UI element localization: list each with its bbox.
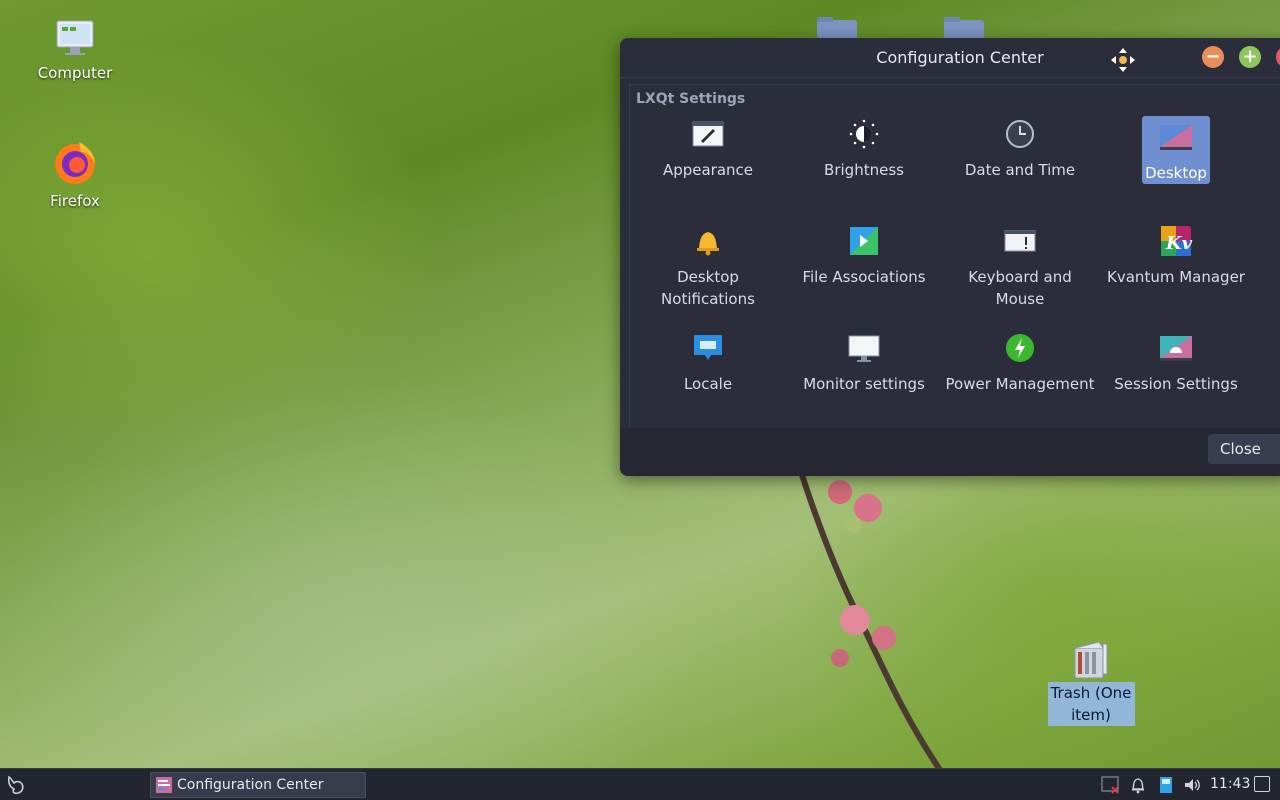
trash-icon — [1074, 641, 1108, 679]
settings-item-label: Appearance — [662, 161, 754, 179]
settings-panel: LXQt Settings Appearance Brightness Date… — [629, 84, 1280, 426]
file-manager-tray-icon[interactable] — [1156, 775, 1176, 795]
settings-item-label: Power Management — [945, 375, 1095, 393]
close-button[interactable]: Close — [1208, 434, 1280, 464]
maximize-button[interactable]: + — [1239, 46, 1261, 68]
desktop-icon-label: Computer — [37, 64, 113, 82]
show-desktop-icon[interactable] — [1254, 776, 1270, 792]
brightness-icon — [849, 119, 879, 149]
settings-item-label: Brightness — [824, 161, 904, 179]
settings-item-monitor-settings[interactable]: Monitor settings — [789, 327, 939, 395]
svg-text:Kv: Kv — [1165, 233, 1193, 254]
application-menu-icon[interactable] — [4, 773, 28, 797]
desktop-icon-label: Trash (One item) — [1047, 682, 1135, 726]
settings-item-label: File Associations — [802, 268, 926, 286]
settings-item-brightness[interactable]: Brightness — [789, 113, 939, 181]
settings-item-keyboard-mouse[interactable]: Keyboard and Mouse — [945, 220, 1095, 310]
folder-icon[interactable] — [817, 17, 857, 38]
settings-item-label: Monitor settings — [803, 375, 925, 393]
folder-icon[interactable] — [944, 17, 984, 38]
settings-item-session-settings[interactable]: Session Settings — [1101, 327, 1251, 395]
move-icon[interactable] — [1110, 47, 1136, 73]
settings-item-label: Session Settings — [1114, 375, 1238, 393]
settings-item-desktop[interactable]: Desktop — [1142, 116, 1210, 184]
firefox-icon — [55, 142, 95, 184]
settings-item-label: Kvantum Manager — [1107, 268, 1245, 286]
kvantum-icon: Kv — [1161, 226, 1193, 256]
window-footer: Close — [620, 428, 1280, 476]
network-disconnected-icon[interactable] — [1100, 775, 1120, 795]
settings-item-file-associations[interactable]: File Associations — [789, 220, 939, 288]
settings-item-date-time[interactable]: Date and Time — [945, 113, 1095, 181]
settings-item-power-management[interactable]: Power Management — [945, 327, 1095, 395]
keyboard-icon — [1004, 230, 1036, 252]
settings-item-desktop-notifications[interactable]: Desktop Notifications — [633, 220, 783, 310]
computer-icon — [56, 20, 94, 55]
settings-item-label: Keyboard and Mouse — [968, 268, 1072, 308]
window-title: Configuration Center — [876, 48, 1044, 67]
settings-item-kvantum-manager[interactable]: Kv Kvantum Manager — [1101, 220, 1251, 288]
configuration-center-window: Configuration Center − + LXQt Settings A… — [620, 38, 1280, 476]
settings-item-appearance[interactable]: Appearance — [633, 113, 783, 181]
desktop-icon — [1160, 125, 1192, 150]
settings-item-label: Date and Time — [964, 161, 1076, 179]
branch-decoration — [799, 474, 943, 770]
locale-icon — [694, 335, 722, 360]
section-title: LXQt Settings — [636, 91, 746, 107]
taskbar: Configuration Center 11:43 — [0, 768, 1280, 800]
desktop-icon-label: Firefox — [50, 192, 100, 210]
configuration-center-icon — [156, 777, 172, 793]
taskbar-item-configuration-center[interactable]: Configuration Center — [150, 772, 366, 798]
clock[interactable]: 11:43 — [1210, 776, 1250, 792]
window-titlebar[interactable]: Configuration Center − + — [620, 38, 1280, 78]
monitor-icon — [848, 335, 880, 362]
appearance-icon — [692, 121, 724, 147]
taskbar-item-label: Configuration Center — [177, 777, 324, 793]
volume-icon[interactable] — [1182, 775, 1202, 795]
settings-item-label: Desktop — [1145, 164, 1207, 182]
settings-item-label: Locale — [683, 375, 733, 393]
minimize-button[interactable]: − — [1202, 46, 1224, 68]
file-associations-icon — [850, 227, 878, 255]
clock-icon — [1006, 120, 1034, 148]
desktop-icon-firefox[interactable]: Firefox — [20, 138, 130, 212]
power-icon — [1006, 334, 1034, 362]
settings-item-label: Desktop Notifications — [661, 268, 755, 308]
notifications-bell-icon[interactable] — [1128, 775, 1148, 795]
desktop-icon-trash[interactable]: Trash (One item) — [1036, 640, 1146, 726]
settings-item-locale[interactable]: Locale — [633, 327, 783, 395]
bell-icon — [697, 232, 719, 256]
session-icon — [1160, 336, 1192, 361]
desktop-icon-computer[interactable]: Computer — [20, 18, 130, 84]
